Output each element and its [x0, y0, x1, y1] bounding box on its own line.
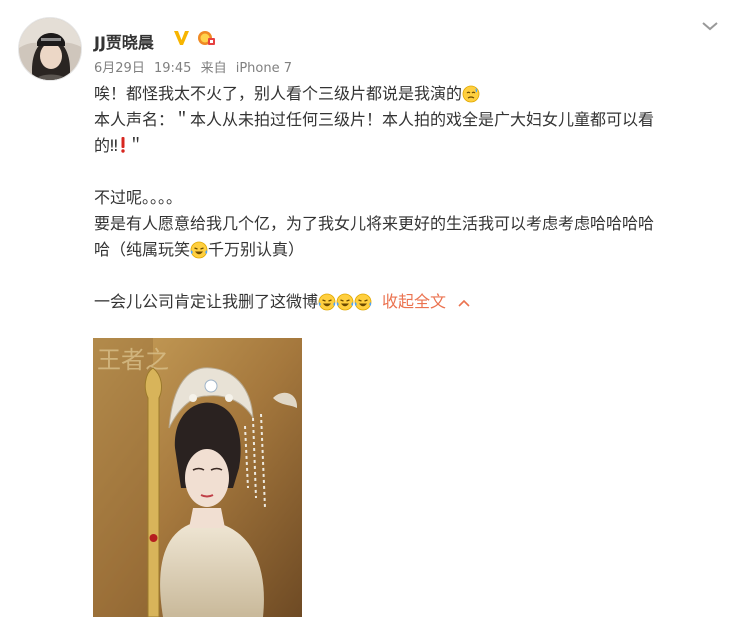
- post-line: 哈（纯属玩笑 千万别认真）: [94, 237, 716, 263]
- post-line: 唉！都怪我太不火了，别人看个三级片都说是我演的: [94, 81, 716, 107]
- chevron-down-icon[interactable]: [700, 19, 720, 33]
- post-source[interactable]: iPhone 7: [236, 61, 292, 76]
- username[interactable]: JJ贾晓晨: [94, 29, 154, 53]
- post-line: 本人声名：＂本人从未拍过任何三级片！本人拍的戏全是广大妇女儿童都可以看: [94, 107, 716, 133]
- laugh-cry-emoji-icon: [336, 293, 354, 311]
- verified-v-icon: [174, 31, 189, 45]
- post-text: 本人声名：＂本人从未拍过任何三级片！本人拍的戏全是广大妇女儿童都可以看: [94, 110, 655, 129]
- post-time[interactable]: 19:45: [154, 61, 191, 76]
- avatar[interactable]: [18, 17, 82, 81]
- post-text: 唉！都怪我太不火了，别人看个三级片都说是我演的: [94, 84, 463, 103]
- laugh-cry-emoji-icon: [354, 293, 372, 311]
- post-text: 不过呢。。。。: [94, 188, 183, 207]
- post-meta: 6月29日 19:45 来自 iPhone 7: [94, 57, 297, 76]
- post-line: 的‼ ＂: [94, 133, 716, 159]
- post-image[interactable]: 王者之: [93, 338, 302, 617]
- red-exclamation-icon: [121, 137, 125, 153]
- post-text: 一会儿公司肯定让我删了这微博: [94, 292, 319, 311]
- laugh-cry-emoji-icon: [318, 293, 336, 311]
- post-line: 一会儿公司肯定让我删了这微博 收起全文: [94, 289, 716, 315]
- post-text: 千万别认真）: [208, 240, 305, 259]
- laugh-cry-emoji-icon: [190, 241, 208, 259]
- svg-text:王者之: 王者之: [97, 346, 169, 374]
- post-line: 要是有人愿意给我几个亿，为了我女儿将来更好的生活我可以考虑考虑哈哈哈哈: [94, 211, 716, 237]
- post-line: 不过呢。。。。: [94, 185, 716, 211]
- chevron-up-icon[interactable]: [458, 298, 470, 308]
- collapse-full-text-link[interactable]: 收起全文: [382, 292, 446, 311]
- source-prefix: 来自: [200, 61, 227, 76]
- post-text: 的‼: [94, 136, 118, 155]
- post-text: 哈（纯属玩笑: [94, 240, 191, 259]
- post-date[interactable]: 6月29日: [94, 61, 145, 76]
- post-text: 要是有人愿意给我几个亿，为了我女儿将来更好的生活我可以考虑考虑哈哈哈哈: [94, 214, 655, 233]
- medal-badge-icon[interactable]: [197, 29, 216, 47]
- post-text: ＂: [127, 136, 144, 155]
- sweat-emoji-icon: [462, 85, 480, 103]
- post-body: 唉！都怪我太不火了，别人看个三级片都说是我演的 本人声名：＂本人从未拍过任何三级…: [94, 81, 716, 315]
